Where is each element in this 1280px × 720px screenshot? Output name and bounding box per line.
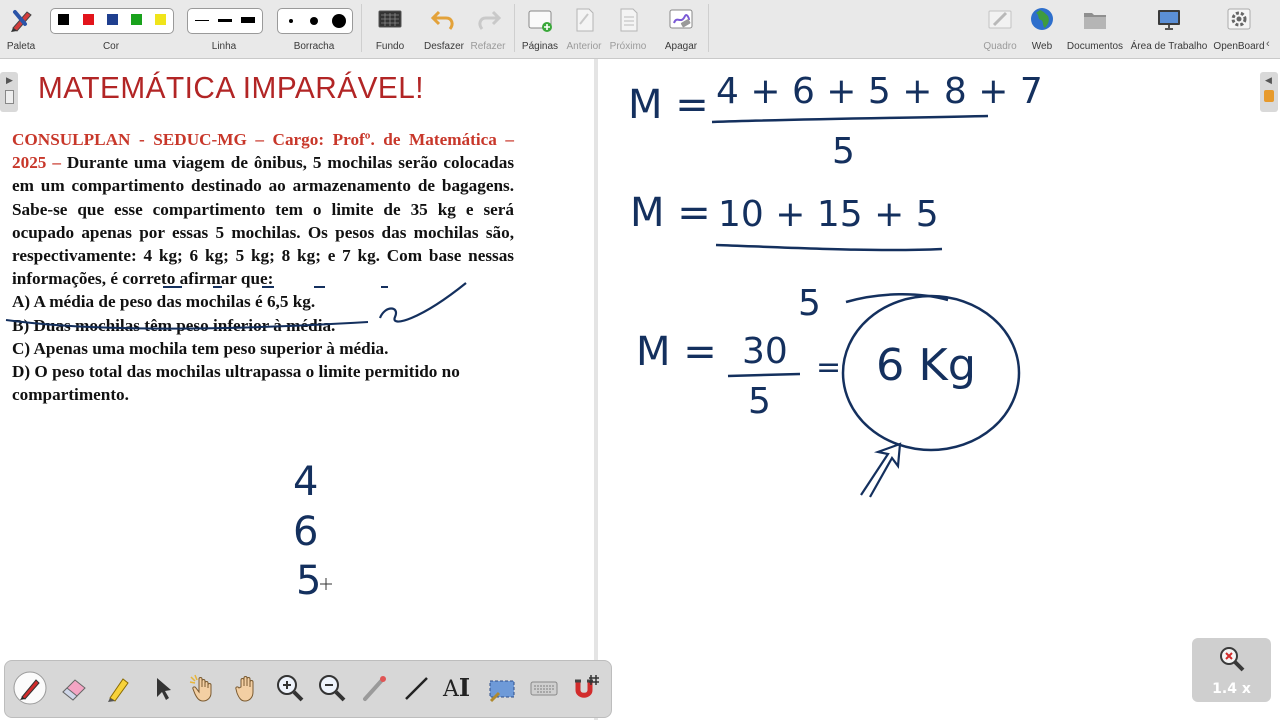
next-page-button[interactable]: Próximo: [608, 4, 648, 54]
zoom-level-text: 1.4 x: [1212, 681, 1251, 697]
pages-button[interactable]: Páginas: [520, 4, 560, 54]
add-page-icon: [528, 10, 552, 32]
web-label: Web: [1031, 41, 1053, 52]
main-toolbar: Paleta Cor Linha Borracha Fundo Desfazer…: [0, 0, 1280, 59]
line-label: Linha: [211, 41, 237, 52]
option-b: B) Duas mochilas têm peso inferior à méd…: [12, 315, 336, 335]
erase-label: Apagar: [664, 41, 698, 52]
color-group: Cor: [50, 4, 172, 54]
redo-button[interactable]: Refazer: [470, 4, 506, 54]
background-grid-icon: [378, 10, 402, 28]
capture-tool-icon[interactable]: [485, 671, 519, 705]
background-label: Fundo: [375, 41, 405, 52]
page-title: MATEMÁTICA IMPARÁVEL!: [38, 70, 425, 105]
undo-label: Desfazer: [424, 41, 465, 52]
toolbar-divider: [361, 4, 362, 52]
eraser-tool-icon[interactable]: [57, 671, 91, 705]
web-button[interactable]: Web: [1024, 4, 1060, 54]
monitor-icon: [1158, 10, 1180, 30]
color-label: Cor: [102, 41, 120, 52]
option-a: A) A média de peso das mochilas é 6,5 kg…: [12, 292, 316, 312]
folder-icon: [1084, 13, 1106, 29]
collapse-toolbar-chevron-icon[interactable]: ‹: [1266, 38, 1270, 50]
palette-pen-icon: [11, 10, 32, 32]
zoom-indicator[interactable]: 1.4 x: [1192, 638, 1271, 702]
thumbnails-icon: [5, 90, 14, 104]
desktop-label: Área de Trabalho: [1130, 41, 1208, 52]
pen-tool-icon[interactable]: [13, 671, 47, 705]
redo-arrow-icon: [478, 10, 502, 30]
magnet-tool-icon[interactable]: [569, 671, 603, 705]
highlighter-tool-icon[interactable]: [101, 671, 135, 705]
question-text: CONSULPLAN - SEDUC-MG – Cargo: Profº. de…: [12, 128, 514, 406]
palette-label: Paleta: [6, 41, 36, 52]
toolbar-divider: [708, 4, 709, 52]
zoom-magnifier-icon: [1220, 647, 1245, 672]
background-button[interactable]: Fundo: [370, 4, 410, 54]
documents-label: Documentos: [1066, 41, 1124, 52]
selector-tool-icon[interactable]: [145, 671, 179, 705]
pages-label: Páginas: [521, 41, 559, 52]
previous-page-button[interactable]: Anterior: [564, 4, 604, 54]
expand-right-icon: ◀: [1265, 75, 1272, 85]
line-group: Linha: [187, 4, 261, 54]
previous-page-icon: [576, 8, 594, 32]
next-label: Próximo: [609, 41, 647, 52]
globe-icon: [1031, 8, 1053, 30]
openboard-label: OpenBoard: [1213, 41, 1265, 52]
board-pen-icon: [988, 10, 1012, 29]
zoom-out-tool-icon[interactable]: [315, 671, 349, 705]
stylus-toolbar: AI: [4, 660, 612, 718]
openboard-button[interactable]: OpenBoard: [1212, 4, 1266, 54]
erase-page-button[interactable]: Apagar: [660, 4, 702, 54]
hand-pan-tool-icon[interactable]: [231, 671, 265, 705]
next-page-icon: [620, 8, 638, 32]
undo-button[interactable]: Desfazer: [424, 4, 464, 54]
right-page[interactable]: [598, 59, 1280, 720]
gear-icon: [1227, 8, 1251, 30]
library-icon: [1264, 90, 1274, 102]
erase-page-icon: [669, 9, 693, 29]
text-tool-icon[interactable]: AI: [443, 671, 477, 705]
line-tool-icon[interactable]: [399, 671, 433, 705]
palette-button[interactable]: Paleta: [4, 4, 38, 54]
board-mode-button[interactable]: Quadro: [980, 4, 1020, 54]
eraser-group: Borracha: [277, 4, 351, 54]
redo-label: Refazer: [470, 41, 506, 52]
interact-hand-tool-icon[interactable]: [187, 671, 221, 705]
left-drawer-tab[interactable]: ▶: [0, 72, 18, 112]
toolbar-divider: [514, 4, 515, 52]
documents-button[interactable]: Documentos: [1066, 4, 1124, 54]
right-drawer-tab[interactable]: ◀: [1260, 72, 1278, 112]
undo-arrow-icon: [430, 10, 454, 30]
zoom-in-tool-icon[interactable]: [273, 671, 307, 705]
desktop-button[interactable]: Área de Trabalho: [1130, 4, 1208, 54]
question-body: Durante uma viagem de ônibus, 5 mochilas…: [12, 153, 515, 289]
option-d: D) O peso total das mochilas ultrapassa …: [12, 362, 460, 405]
board-label: Quadro: [983, 41, 1017, 52]
keyboard-icon[interactable]: [527, 671, 561, 705]
option-c: C) Apenas uma mochila tem peso superior …: [12, 338, 389, 358]
laser-pointer-tool-icon[interactable]: [357, 671, 391, 705]
eraser-label: Borracha: [293, 41, 335, 52]
previous-label: Anterior: [566, 41, 602, 52]
expand-left-icon: ▶: [6, 75, 13, 85]
